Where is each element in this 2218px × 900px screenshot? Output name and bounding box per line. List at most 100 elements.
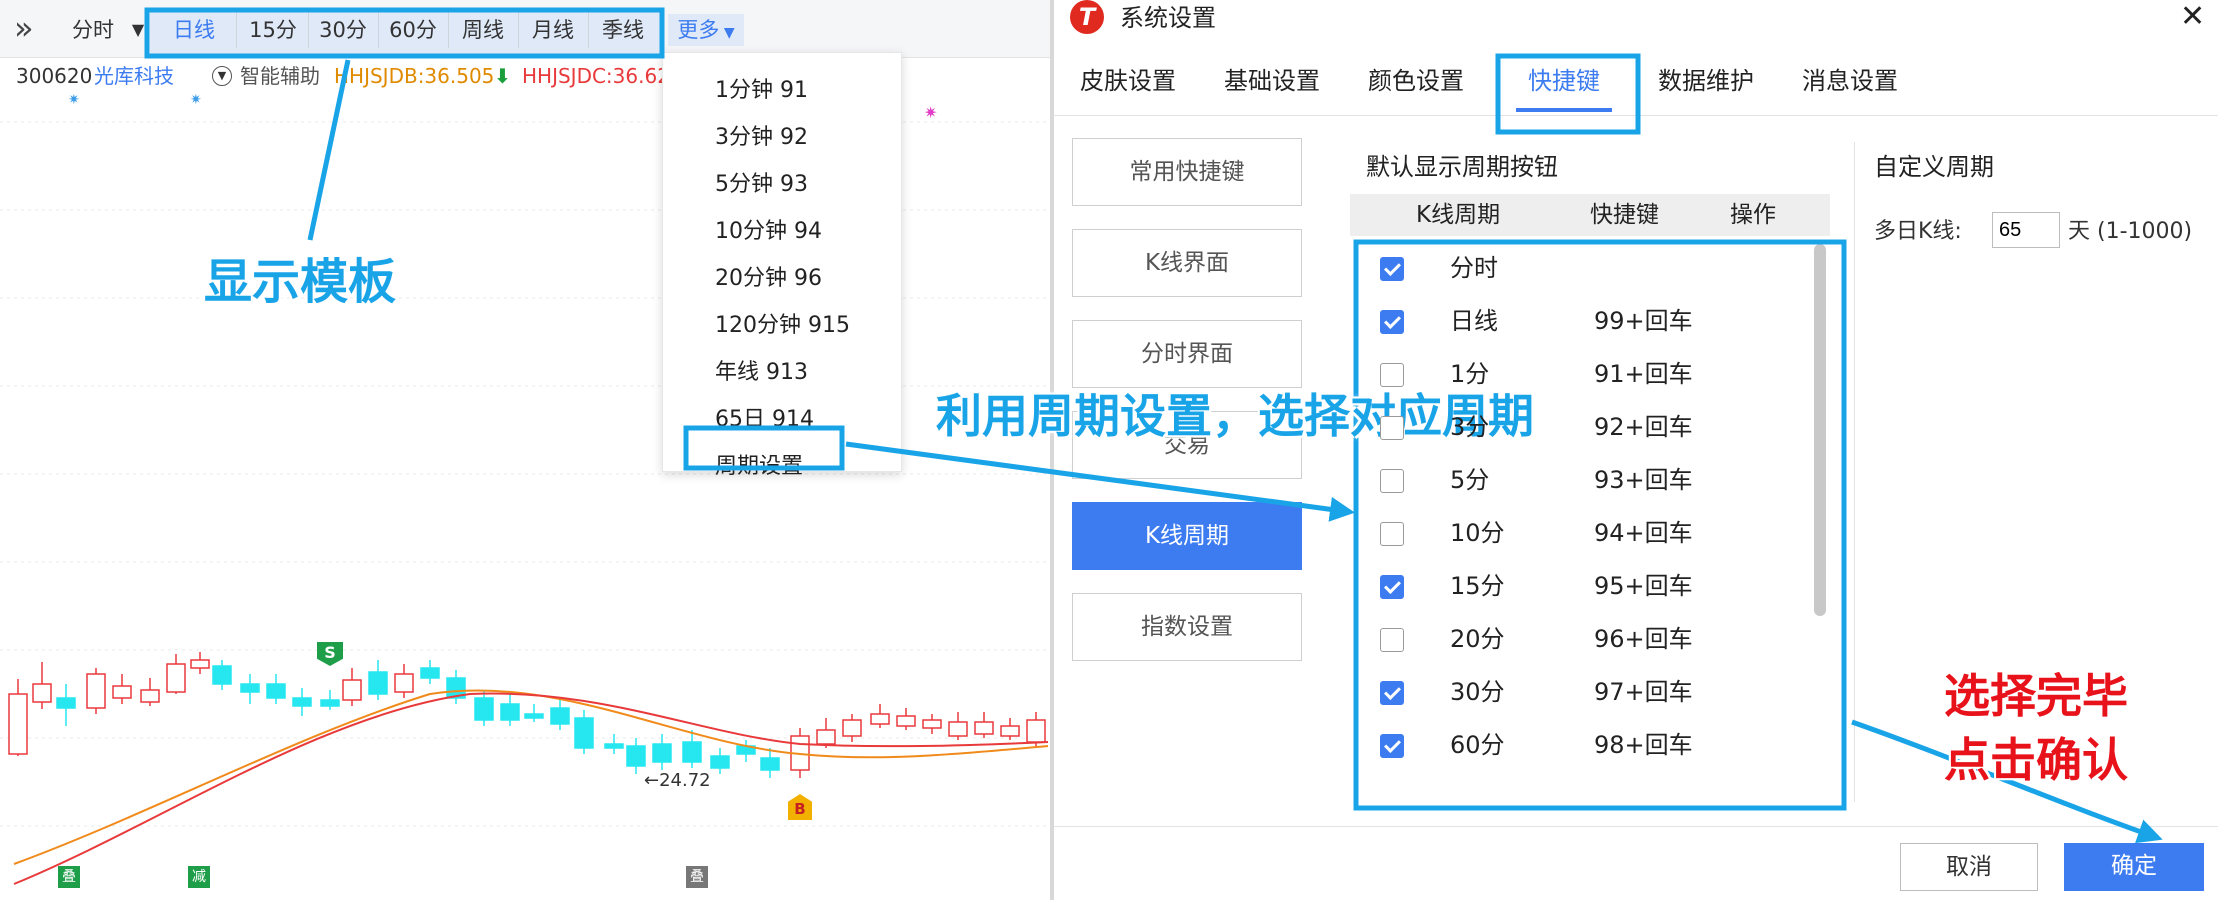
table-header: K线周期 快捷键 操作	[1350, 194, 1830, 236]
period-label: 30分	[319, 18, 367, 42]
indicator-b: HHJSJDB:36.505	[334, 64, 495, 88]
period-label: 60分	[389, 18, 437, 42]
section-divider	[1854, 142, 1855, 802]
period-shortcut: 93+回车	[1594, 466, 1693, 494]
period-label: 周线	[462, 18, 504, 42]
candle-body	[140, 689, 160, 703]
side-common-shortcuts[interactable]: 常用快捷键	[1072, 138, 1302, 206]
assist-dropdown-icon[interactable]: ▼	[212, 66, 232, 86]
time-share-label: 分时	[72, 18, 114, 42]
close-icon[interactable]: ✕	[2180, 0, 2205, 34]
period-name: 60分	[1450, 731, 1505, 759]
candle-body	[8, 693, 28, 755]
candle-body	[292, 697, 312, 707]
dropdown-item-period-settings[interactable]: 周期设置	[715, 447, 803, 487]
low-price-label: ←24.72	[644, 770, 711, 791]
period-checkbox[interactable]	[1380, 522, 1404, 546]
period-shortcut: 95+回车	[1594, 572, 1693, 600]
candle-body	[166, 663, 186, 693]
candle-body	[626, 745, 646, 767]
period-checkbox[interactable]	[1380, 416, 1404, 440]
period-button-quarter[interactable]: 季线	[588, 14, 658, 46]
candle-body	[896, 715, 916, 727]
side-timeshare-ui[interactable]: 分时界面	[1072, 320, 1302, 388]
time-share-dropdown-icon[interactable]: ▼	[126, 14, 150, 46]
tab-shortcuts[interactable]: 快捷键	[1528, 64, 1600, 98]
period-button-30m[interactable]: 30分	[308, 14, 378, 46]
period-checkbox[interactable]	[1380, 628, 1404, 652]
candle-body	[320, 699, 340, 707]
period-name: 日线	[1450, 307, 1498, 335]
separator	[236, 12, 237, 48]
candle-body	[842, 719, 862, 737]
period-checkbox[interactable]	[1380, 363, 1404, 387]
candle-body	[870, 713, 890, 725]
candle-body	[652, 743, 672, 763]
candle-body	[682, 741, 702, 763]
side-index-settings[interactable]: 指数设置	[1072, 593, 1302, 661]
tab-color[interactable]: 颜色设置	[1368, 64, 1464, 98]
period-checkbox[interactable]	[1380, 734, 1404, 758]
period-checkbox[interactable]	[1380, 469, 1404, 493]
dropdown-item-year[interactable]: 年线 913	[715, 353, 808, 393]
candle-body	[760, 757, 780, 771]
multi-day-label: 多日K线:	[1874, 219, 1962, 244]
dropdown-item-120m[interactable]: 120分钟 915	[715, 306, 850, 346]
candle-body	[56, 697, 76, 709]
candle-body	[710, 755, 730, 769]
confirm-button[interactable]: 确定	[2064, 843, 2204, 891]
indicator-c: HHJSJDC:36.62	[522, 64, 670, 88]
dialog-title: 系统设置	[1120, 4, 1216, 32]
period-checkbox[interactable]	[1380, 575, 1404, 599]
multi-day-input[interactable]	[1992, 212, 2060, 248]
period-button-month[interactable]: 月线	[518, 14, 588, 46]
dropdown-item-20m[interactable]: 20分钟 96	[715, 259, 822, 299]
time-share-button[interactable]: 分时	[62, 14, 124, 46]
reduce-mark[interactable]: 减	[188, 866, 210, 888]
period-checkbox[interactable]	[1380, 681, 1404, 705]
dropdown-item-10m[interactable]: 10分钟 94	[715, 212, 822, 252]
period-name: 1分	[1450, 360, 1490, 388]
period-button-week[interactable]: 周线	[448, 14, 518, 46]
period-name: 20分	[1450, 625, 1505, 653]
stock-name[interactable]: 光库科技	[94, 58, 174, 94]
dropdown-item-3m[interactable]: 3分钟 92	[715, 118, 808, 158]
header-period: K线周期	[1416, 202, 1501, 228]
period-button-60m[interactable]: 60分	[378, 14, 448, 46]
period-button-day[interactable]: 日线	[156, 14, 232, 46]
cancel-button[interactable]: 取消	[1900, 843, 2038, 891]
period-name: 5分	[1450, 466, 1490, 494]
period-toolbar: » 分时 ▼ 日线 15分 30分 60分 周线 月线 季线 更多 ▼	[0, 0, 1050, 58]
period-row: 5分 93+回车	[1364, 458, 1824, 502]
candle-body	[922, 719, 942, 729]
candle-body	[524, 713, 544, 719]
period-label: 季线	[602, 18, 644, 42]
custom-period-title: 自定义周期	[1874, 153, 1994, 181]
tab-messages[interactable]: 消息设置	[1802, 64, 1898, 98]
candle-body	[342, 679, 362, 701]
chevron-down-icon: ▼	[719, 25, 735, 41]
period-checkbox[interactable]	[1380, 257, 1404, 281]
tab-data-maintenance[interactable]: 数据维护	[1658, 64, 1754, 98]
candle-body	[500, 703, 520, 721]
period-checkbox[interactable]	[1380, 310, 1404, 334]
side-kline-ui[interactable]: K线界面	[1072, 229, 1302, 297]
period-button-15m[interactable]: 15分	[238, 14, 308, 46]
more-periods-button[interactable]: 更多 ▼	[668, 14, 744, 46]
dropdown-item-1m[interactable]: 1分钟 91	[715, 71, 808, 111]
candle-body	[1000, 725, 1020, 737]
overlay-mark[interactable]: 叠	[58, 866, 80, 888]
expand-chevron-icon[interactable]: »	[14, 10, 34, 46]
tab-skin[interactable]: 皮肤设置	[1080, 64, 1176, 98]
active-tab-underline	[1516, 108, 1612, 112]
header-shortcut: 快捷键	[1590, 202, 1659, 228]
sparkle-icon: ✷	[190, 94, 202, 108]
assist-label[interactable]: 智能辅助	[240, 58, 320, 94]
side-kline-period[interactable]: K线周期	[1072, 502, 1302, 570]
candle-body	[974, 721, 994, 735]
dropdown-item-65d[interactable]: 65日 914	[715, 400, 814, 440]
period-row: 1分 91+回车	[1364, 352, 1824, 396]
tab-basic[interactable]: 基础设置	[1224, 64, 1320, 98]
overlay-mark[interactable]: 叠	[686, 866, 708, 888]
dropdown-item-5m[interactable]: 5分钟 93	[715, 165, 808, 205]
